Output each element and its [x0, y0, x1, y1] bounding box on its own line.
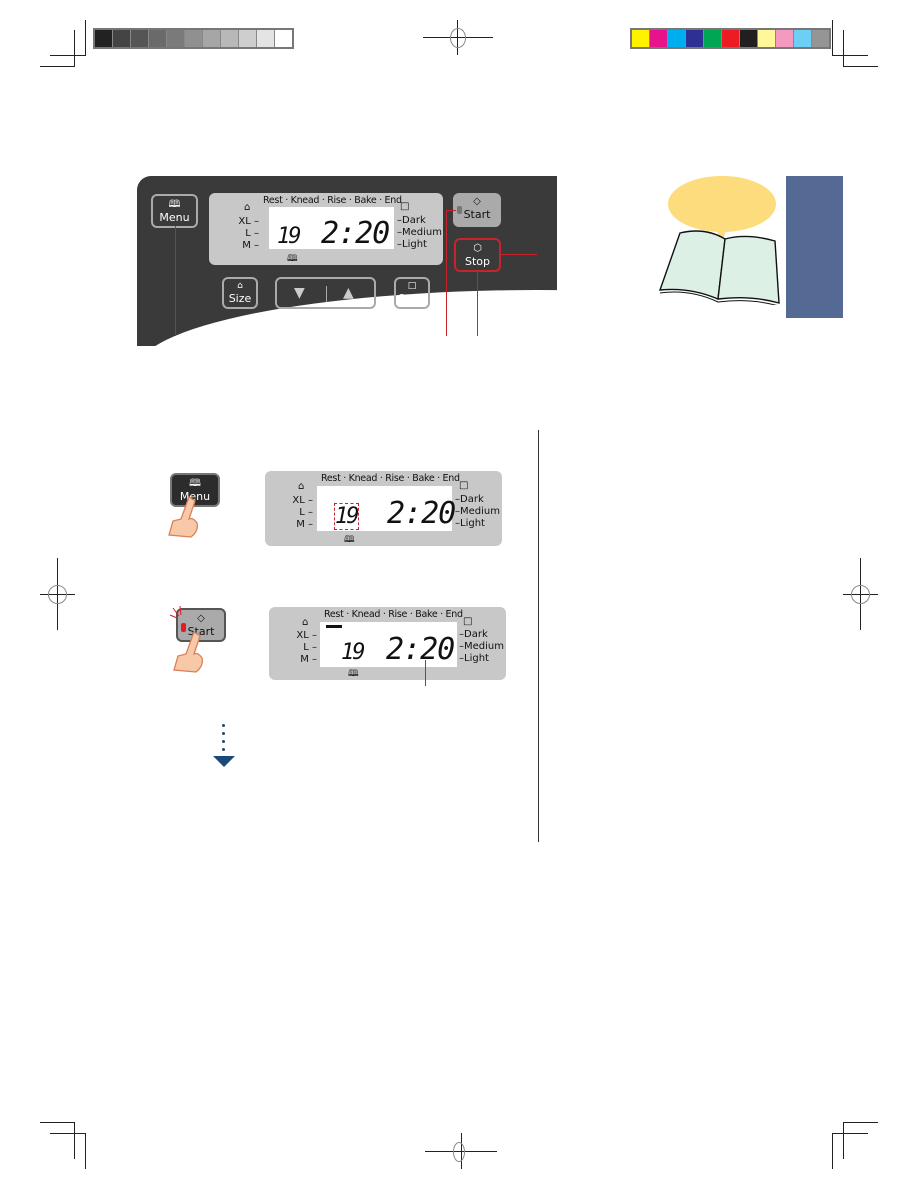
- color-swatch: [722, 30, 740, 47]
- size-button[interactable]: ⌂ Size: [222, 277, 258, 309]
- crust-button-label: Crust: [397, 292, 427, 305]
- size-button-label: Size: [228, 292, 252, 305]
- lcd-display: Rest · Knead · Rise · Bake · End ⌂ XL – …: [209, 193, 443, 265]
- timer-up-button[interactable]: ▲: [343, 285, 354, 301]
- time-readout: 2:20: [321, 216, 390, 251]
- clock-icon: ◷: [304, 311, 315, 325]
- timer-buttons: ▼ ▲: [275, 277, 376, 309]
- size-icon: ⌂: [237, 281, 243, 291]
- color-swatch: [740, 30, 758, 47]
- color-swatch: [650, 30, 668, 47]
- color-swatch: [704, 30, 722, 47]
- crust-labels: –Dark –Medium –Light: [459, 629, 504, 664]
- color-swatch: [149, 30, 167, 47]
- crust-icon: □: [400, 201, 410, 212]
- size-icon: ⌂: [244, 202, 251, 213]
- start-indicator-led: [457, 206, 462, 214]
- step1-lcd-display: Rest · Knead · Rise · Bake · End ⌂ XL – …: [265, 471, 502, 546]
- book-icon: 🕮: [348, 669, 359, 679]
- time-readout: 2:20: [386, 632, 455, 667]
- phase-labels: Rest · Knead · Rise · Bake · End: [263, 195, 402, 206]
- column-divider: [538, 430, 539, 842]
- start-led-callout-line: [446, 210, 447, 336]
- section-tab: [786, 176, 843, 318]
- step2-lcd-display: Rest · Knead · Rise · Bake · End ⌂ XL – …: [269, 607, 506, 680]
- menu-callout-line: [175, 226, 176, 336]
- color-swatch: [686, 30, 704, 47]
- menu-number: 19: [341, 640, 365, 665]
- crust-icon: □: [459, 480, 469, 491]
- color-swatch: [239, 30, 257, 47]
- timer-down-button[interactable]: ▼: [294, 285, 305, 301]
- color-swatch: [131, 30, 149, 47]
- stop-button[interactable]: ⬡ Stop: [454, 238, 501, 272]
- book-right-page: [717, 235, 780, 304]
- stop-callout-line: [477, 270, 478, 336]
- menu-number-highlighted: 19: [334, 503, 359, 530]
- color-swatch: [275, 30, 292, 47]
- crust-button[interactable]: □ Crust: [394, 277, 430, 309]
- size-labels: XL – L – M –: [296, 630, 317, 665]
- book-icon: 🕮: [189, 478, 201, 489]
- colon-callout-line: [425, 660, 426, 686]
- timer-label-row: ◷Timer: [304, 311, 349, 325]
- stop-icon: ⬡: [473, 243, 482, 254]
- color-swatch: [668, 30, 686, 47]
- size-icon: ⌂: [298, 481, 305, 492]
- pressing-finger-icon: [168, 496, 199, 538]
- crust-icon: □: [407, 281, 417, 291]
- crust-labels: –Dark –Medium –Light: [455, 494, 500, 529]
- phase-labels: Rest · Knead · Rise · Bake · End: [324, 609, 463, 620]
- start-button[interactable]: ◇ Start: [453, 193, 501, 227]
- color-swatch: [203, 30, 221, 47]
- size-labels: XL – L – M –: [238, 216, 259, 251]
- book-icon: 🕮: [287, 254, 298, 264]
- color-swatch: [185, 30, 203, 47]
- panel-curve-mask: [137, 290, 918, 490]
- size-labels: XL – L – M –: [292, 495, 313, 530]
- color-swatch: [167, 30, 185, 47]
- crust-labels: –Dark –Medium –Light: [397, 215, 442, 250]
- color-swatch: [794, 30, 812, 47]
- start-led-callout-tick: [446, 210, 456, 211]
- stop-button-label: Stop: [464, 255, 490, 268]
- book-icon: 🕮: [168, 199, 181, 210]
- menu-button[interactable]: 🕮 Menu: [151, 194, 198, 228]
- color-swatch: [257, 30, 275, 47]
- blink-rays-icon: [169, 605, 182, 619]
- menu-button-label: Menu: [159, 211, 190, 224]
- manual-book-illustration: [658, 176, 780, 305]
- color-swatch: [632, 30, 650, 47]
- speech-bubble: [668, 176, 776, 232]
- color-swatch: [812, 30, 829, 47]
- color-swatch: [758, 30, 776, 47]
- crust-icon: □: [463, 616, 473, 627]
- color-swatch: [221, 30, 239, 47]
- stop-side-callout-line: [501, 254, 537, 255]
- size-icon: ⌂: [302, 617, 309, 628]
- pressing-finger-icon: [173, 631, 204, 673]
- phase-labels: Rest · Knead · Rise · Bake · End: [321, 473, 460, 484]
- book-left-page: [658, 230, 726, 301]
- color-swatch: [95, 30, 113, 47]
- color-swatch: [113, 30, 131, 47]
- time-readout: 2:20: [387, 496, 456, 531]
- color-swatch-bar: [630, 28, 831, 49]
- timer-label: Timer: [314, 311, 349, 325]
- rest-phase-indicator-bar: [326, 625, 342, 628]
- timer-divider: [326, 286, 327, 302]
- book-icon: 🕮: [344, 535, 355, 545]
- gray-swatch-bar: [93, 28, 294, 49]
- color-swatch: [776, 30, 794, 47]
- menu-number: 19: [277, 224, 301, 249]
